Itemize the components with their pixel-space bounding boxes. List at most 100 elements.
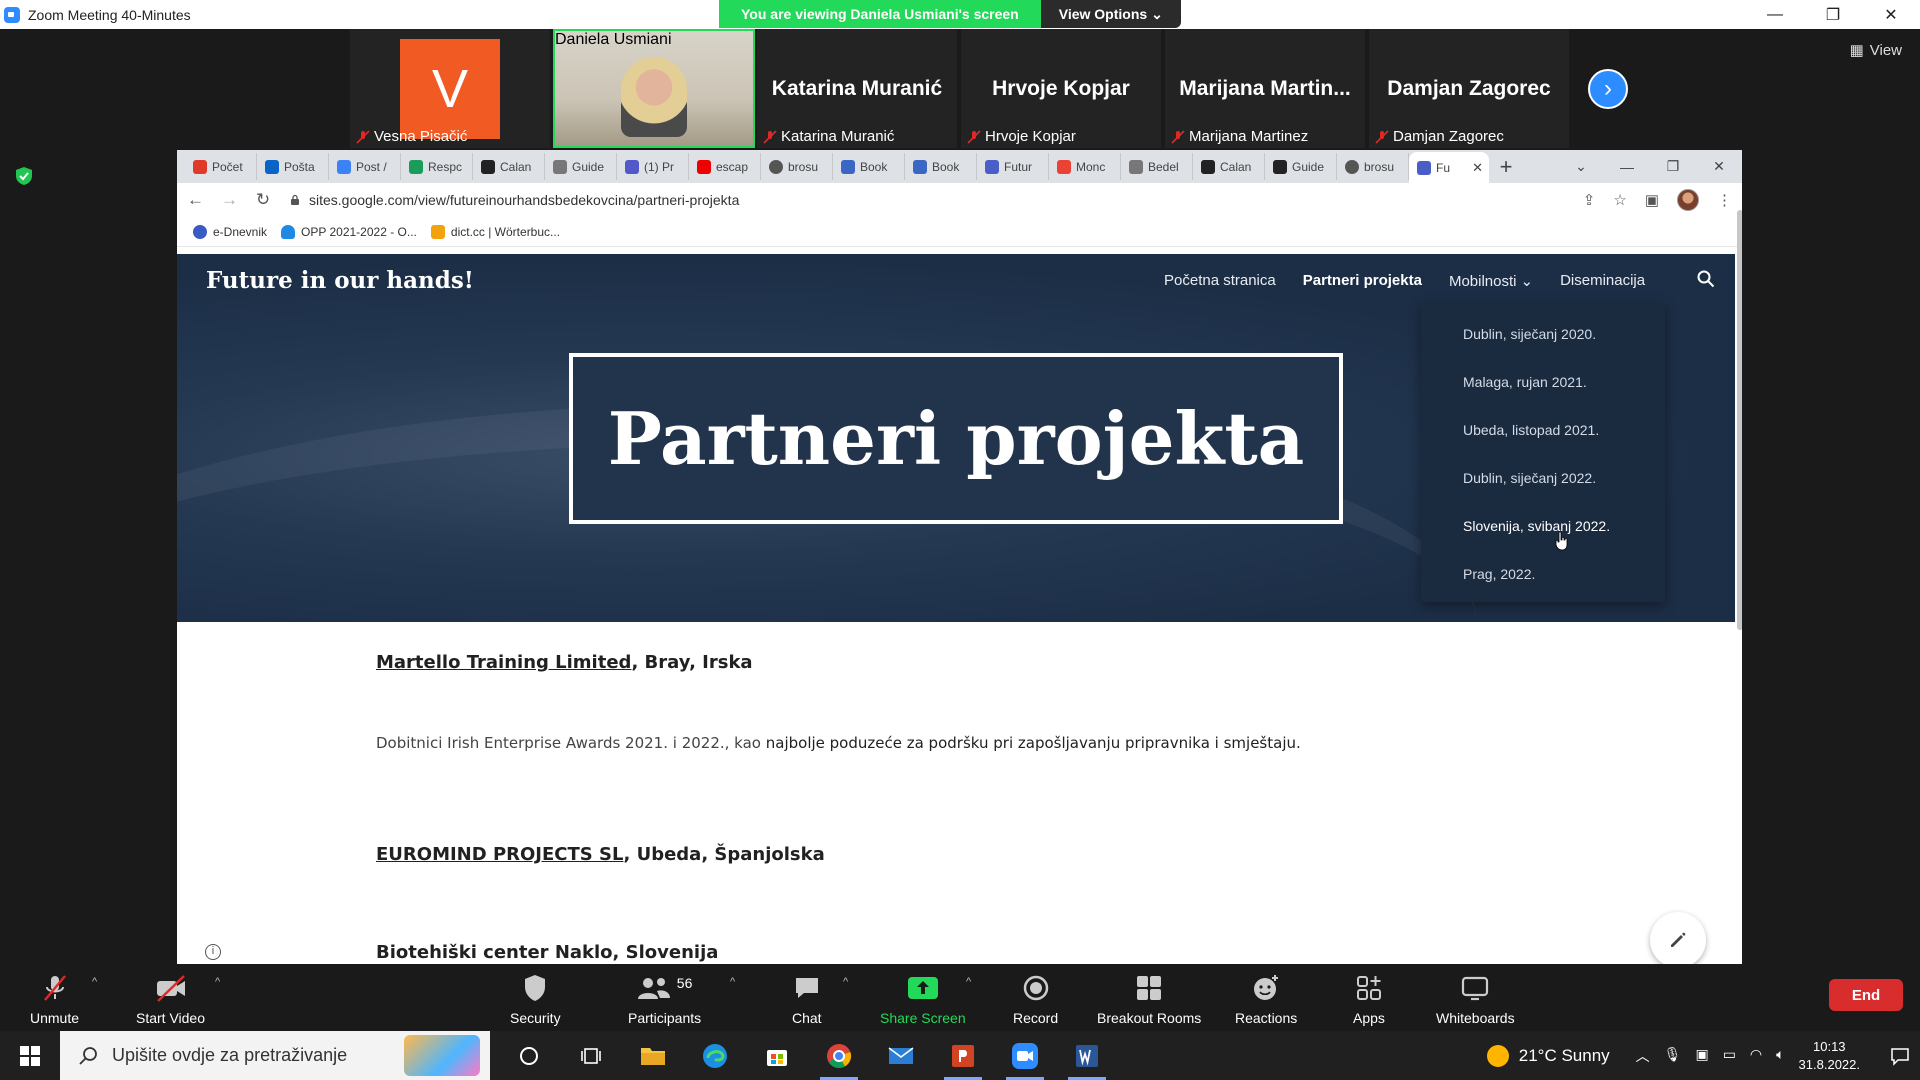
video-tile-katarina[interactable]: Katarina Muranić Katarina Muranić [757, 29, 957, 148]
video-tile-damjan[interactable]: Damjan Zagorec Damjan Zagorec [1369, 29, 1569, 148]
microphone-icon[interactable]: 🎙︎ [1664, 1046, 1682, 1066]
reload-icon[interactable]: ↻ [255, 190, 271, 210]
browser-tab[interactable]: Guide [1265, 153, 1337, 180]
participants-button[interactable]: 56 Participants [628, 972, 701, 1026]
chat-button[interactable]: Chat [792, 972, 822, 1026]
clock[interactable]: 10:13 31.8.2022. [1799, 1038, 1860, 1074]
security-button[interactable]: Security [510, 972, 561, 1026]
share-screen-button[interactable]: Share Screen [880, 972, 966, 1026]
encryption-shield-icon[interactable] [14, 166, 34, 186]
browser-tab[interactable]: Bedel [1121, 153, 1193, 180]
restore-button[interactable]: ❐ [1804, 0, 1862, 29]
bookmark-item[interactable]: e-Dnevnik [193, 224, 267, 239]
wifi-icon[interactable]: ◠ [1750, 1046, 1762, 1066]
video-tile-daniela[interactable]: Daniela Usmiani [553, 29, 755, 148]
close-tab-icon[interactable]: ✕ [1472, 160, 1483, 176]
info-icon[interactable]: i [205, 944, 221, 960]
browser-tab[interactable]: Futur [977, 153, 1049, 180]
reactions-button[interactable]: Reactions [1235, 972, 1297, 1026]
nav-dissemination[interactable]: Diseminacija [1560, 272, 1645, 290]
camera-icon[interactable]: ▣ [1695, 1046, 1708, 1066]
chrome-icon[interactable] [808, 1031, 870, 1080]
share-icon[interactable]: ⇪ [1583, 191, 1596, 209]
nav-home[interactable]: Početna stranica [1164, 272, 1276, 290]
browser-tab[interactable]: Calan [473, 153, 545, 180]
browser-tab[interactable]: Book [833, 153, 905, 180]
close-button[interactable]: ✕ [1696, 150, 1742, 183]
new-tab-button[interactable]: + [1489, 154, 1523, 180]
start-button[interactable] [0, 1031, 60, 1080]
video-tile-vesna[interactable]: V Vesna Pisačić [350, 29, 550, 148]
start-video-button[interactable]: Start Video [136, 972, 205, 1026]
nav-partners[interactable]: Partneri projekta [1303, 272, 1422, 290]
word-icon[interactable] [1056, 1031, 1118, 1080]
browser-tab[interactable]: Respc [401, 153, 473, 180]
browser-tab[interactable]: Monc [1049, 153, 1121, 180]
dropdown-item-hovered[interactable]: Slovenija, svibanj 2022. [1421, 502, 1665, 550]
next-page-arrow-icon[interactable]: › [1588, 69, 1628, 109]
browser-tab[interactable]: Book [905, 153, 977, 180]
url-bar[interactable]: sites.google.com/view/futureinourhandsbe… [289, 186, 1565, 214]
file-explorer-icon[interactable] [622, 1031, 684, 1080]
mail-icon[interactable] [870, 1031, 932, 1080]
video-tile-marijana[interactable]: Marijana Martin... Marijana Martinez [1165, 29, 1365, 148]
record-button[interactable]: Record [1013, 972, 1058, 1026]
browser-tab-active[interactable]: Fu ✕ [1409, 152, 1489, 183]
powerpoint-icon[interactable] [932, 1031, 994, 1080]
partner-link[interactable]: Martello Training Limited [376, 652, 631, 673]
browser-tab[interactable]: escap [689, 153, 761, 180]
whiteboards-button[interactable]: Whiteboards [1436, 972, 1515, 1026]
chat-caret-icon[interactable]: ^ [843, 976, 848, 988]
view-options-button[interactable]: View Options ⌄ [1040, 0, 1181, 28]
search-icon[interactable] [1697, 270, 1715, 288]
tab-search-icon[interactable]: ⌄ [1558, 150, 1604, 183]
participants-caret-icon[interactable]: ^ [730, 976, 735, 988]
task-view-icon[interactable] [560, 1031, 622, 1080]
breakout-rooms-button[interactable]: Breakout Rooms [1097, 972, 1201, 1026]
browser-tab[interactable]: brosu [1337, 153, 1409, 180]
browser-tab[interactable]: Post / [329, 153, 401, 180]
close-button[interactable]: ✕ [1862, 0, 1920, 29]
edge-icon[interactable] [684, 1031, 746, 1080]
nav-mobility[interactable]: Mobilnosti ⌄ [1449, 272, 1533, 291]
cortana-icon[interactable] [498, 1031, 560, 1080]
browser-tab[interactable]: (1) Pr [617, 153, 689, 180]
profile-avatar[interactable] [1677, 189, 1699, 211]
dropdown-item[interactable]: Ubeda, listopad 2021. [1421, 406, 1665, 454]
browser-tab[interactable]: brosu [761, 153, 833, 180]
forward-icon[interactable]: → [221, 190, 238, 210]
video-options-caret-icon[interactable]: ^ [215, 976, 220, 988]
bookmark-item[interactable]: dict.cc | Wörterbuc... [430, 224, 560, 239]
edit-pencil-button[interactable] [1650, 912, 1706, 964]
share-caret-icon[interactable]: ^ [966, 976, 971, 988]
unmute-button[interactable]: Unmute [30, 972, 79, 1026]
minimize-button[interactable]: — [1746, 0, 1804, 29]
back-icon[interactable]: ← [187, 190, 204, 210]
bookmark-item[interactable]: OPP 2021-2022 - O... [281, 224, 417, 239]
bookmark-star-icon[interactable]: ☆ [1613, 191, 1626, 209]
apps-button[interactable]: Apps [1353, 972, 1385, 1026]
browser-tab[interactable]: Guide [545, 153, 617, 180]
browser-tab[interactable]: Pošta [257, 153, 329, 180]
zoom-icon[interactable] [994, 1031, 1056, 1080]
weather-widget[interactable]: 21°C Sunny [1486, 1044, 1610, 1067]
notification-icon[interactable] [1880, 1046, 1920, 1066]
minimize-button[interactable]: — [1604, 150, 1650, 183]
chevron-up-icon[interactable]: ︿ [1636, 1046, 1650, 1066]
video-tile-hrvoje[interactable]: Hrvoje Kopjar Hrvoje Kopjar [961, 29, 1161, 148]
battery-icon[interactable]: ▭ [1723, 1046, 1736, 1066]
dropdown-item[interactable]: Dublin, siječanj 2020. [1421, 310, 1665, 358]
taskbar-search-box[interactable]: Upišite ovdje za pretraživanje [60, 1031, 490, 1080]
audio-options-caret-icon[interactable]: ^ [92, 976, 97, 988]
browser-tab[interactable]: Calan [1193, 153, 1265, 180]
partner-link[interactable]: EUROMIND PROJECTS SL [376, 844, 623, 865]
dropdown-item[interactable]: Malaga, rujan 2021. [1421, 358, 1665, 406]
menu-dots-icon[interactable]: ⋮ [1717, 191, 1732, 209]
sidepanel-icon[interactable]: ▣ [1645, 191, 1659, 209]
restore-button[interactable]: ❐ [1650, 150, 1696, 183]
end-meeting-button[interactable]: End [1829, 979, 1903, 1011]
store-icon[interactable] [746, 1031, 808, 1080]
site-title[interactable]: Future in our hands! [206, 267, 474, 294]
browser-tab[interactable]: Počet [185, 153, 257, 180]
dropdown-item[interactable]: Prag, 2022. [1421, 550, 1665, 598]
